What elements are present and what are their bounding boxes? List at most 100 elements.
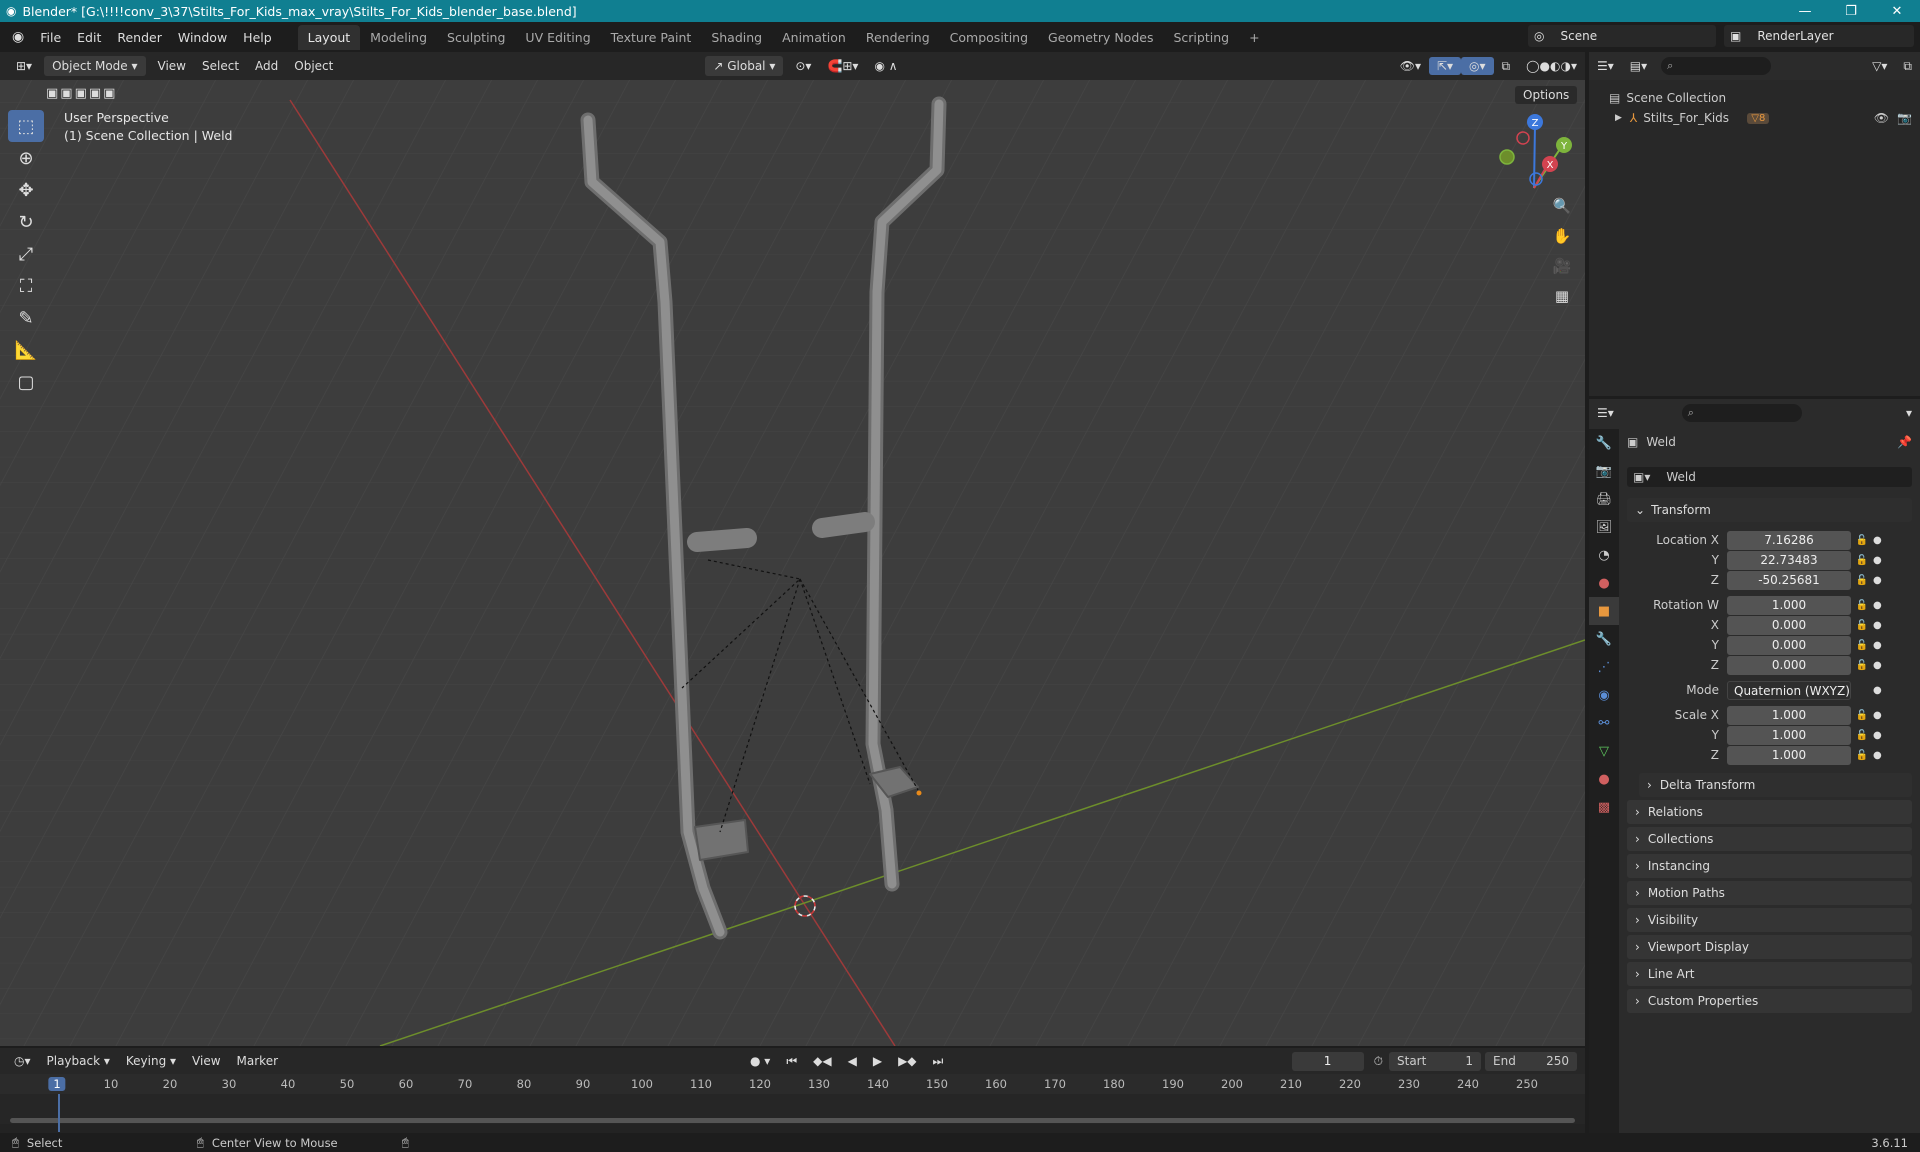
tab-animation[interactable]: Animation xyxy=(772,25,856,50)
instancing-panel[interactable]: › Instancing xyxy=(1627,854,1912,878)
lock-icon[interactable]: 🔓 xyxy=(1851,600,1873,611)
pivot-icon[interactable]: ⊙▾ xyxy=(787,57,819,75)
keyframe-dot-icon[interactable]: ● xyxy=(1873,600,1882,611)
rotation-x-field[interactable]: 0.000 xyxy=(1727,615,1851,635)
tool-tab-icon[interactable]: 🔧 xyxy=(1589,429,1619,457)
outliner-row-stilts[interactable]: ▶ ⅄ Stilts_For_Kids ▽8 👁 📷 xyxy=(1589,108,1920,128)
keyframe-dot-icon[interactable]: ● xyxy=(1873,730,1882,741)
perspective-grid-icon[interactable]: ▦ xyxy=(1548,282,1576,310)
render-tab-icon[interactable]: 📷 xyxy=(1589,457,1619,485)
menu-help[interactable]: Help xyxy=(235,30,280,45)
prev-keyframe-icon[interactable]: ◆◀ xyxy=(805,1052,839,1070)
properties-editor-icon[interactable]: ☰▾ xyxy=(1589,404,1622,422)
minimize-icon[interactable]: — xyxy=(1782,4,1828,19)
viewport-display-panel[interactable]: › Viewport Display xyxy=(1627,935,1912,959)
delta-transform-subpanel[interactable]: › Delta Transform xyxy=(1639,773,1912,797)
transform-tool-icon[interactable]: ⛶ xyxy=(8,270,44,302)
tab-shading[interactable]: Shading xyxy=(701,25,772,50)
tab-layout[interactable]: Layout xyxy=(297,24,361,50)
tab-sculpting[interactable]: Sculpting xyxy=(437,25,515,50)
constraints-tab-icon[interactable]: ⚯ xyxy=(1589,709,1619,737)
frame-ruler[interactable]: 1 10 20 30 40 50 60 70 80 90 100 110 120 130 140 150 160… xyxy=(0,1074,1585,1094)
keyframe-dot-icon[interactable]: ● xyxy=(1873,575,1882,586)
orientation-dropdown[interactable]: ↗ Global ▾ xyxy=(705,56,784,76)
tab-rendering[interactable]: Rendering xyxy=(856,25,940,50)
texture-tab-icon[interactable]: ▩ xyxy=(1589,793,1619,821)
view-layer-tab-icon[interactable]: 🖼 xyxy=(1589,513,1619,541)
tab-texture-paint[interactable]: Texture Paint xyxy=(601,25,702,50)
viewport-menu-add[interactable]: Add xyxy=(247,57,286,75)
keyframe-dot-icon[interactable]: ● xyxy=(1873,620,1882,631)
end-frame-field[interactable]: End 250 xyxy=(1485,1051,1577,1071)
object-datablock-field[interactable]: ▣▾ Weld xyxy=(1627,467,1912,487)
keyframe-dot-icon[interactable]: ● xyxy=(1873,640,1882,651)
lock-icon[interactable]: 🔓 xyxy=(1851,710,1873,721)
physics-tab-icon[interactable]: ◉ xyxy=(1589,681,1619,709)
lock-icon[interactable]: 🔓 xyxy=(1851,730,1873,741)
line-art-panel[interactable]: › Line Art xyxy=(1627,962,1912,986)
scene-selector[interactable]: ◎ Scene xyxy=(1528,25,1716,47)
collections-panel[interactable]: › Collections xyxy=(1627,827,1912,851)
proportional-edit-icon[interactable]: ◉ ∧ xyxy=(866,57,905,75)
tab-compositing[interactable]: Compositing xyxy=(940,25,1038,50)
maximize-icon[interactable]: ❐ xyxy=(1828,4,1874,19)
timeline-track[interactable] xyxy=(0,1094,1585,1124)
camera-view-icon[interactable]: 🎥 xyxy=(1548,252,1576,280)
pan-hand-icon[interactable]: ✋ xyxy=(1548,222,1576,250)
viewport-menu-object[interactable]: Object xyxy=(286,57,341,75)
jump-start-icon[interactable]: ⏮ xyxy=(778,1052,805,1071)
lock-icon[interactable]: 🔓 xyxy=(1851,640,1873,651)
select-mode-buttons[interactable]: ▣▣▣▣▣ xyxy=(46,86,117,101)
tab-uv-editing[interactable]: UV Editing xyxy=(515,25,600,50)
add-workspace-icon[interactable]: + xyxy=(1239,25,1269,50)
scene-tab-icon[interactable]: ◔ xyxy=(1589,541,1619,569)
render-camera-icon[interactable]: 📷 xyxy=(1897,111,1912,125)
close-icon[interactable]: ✕ xyxy=(1874,4,1920,19)
timeline-view-menu[interactable]: View xyxy=(184,1052,228,1070)
location-z-field[interactable]: -50.25681 xyxy=(1727,570,1851,590)
scale-y-field[interactable]: 1.000 xyxy=(1727,725,1851,745)
play-reverse-icon[interactable]: ◀ xyxy=(840,1052,865,1070)
gizmo-toggle-icon[interactable]: ⇱▾ xyxy=(1428,57,1462,75)
location-y-field[interactable]: 22.73483 xyxy=(1727,550,1851,570)
pin-icon[interactable]: 📌 xyxy=(1897,435,1912,449)
menu-edit[interactable]: Edit xyxy=(69,30,109,45)
scale-x-field[interactable]: 1.000 xyxy=(1727,705,1851,725)
particles-tab-icon[interactable]: ⋰ xyxy=(1589,653,1619,681)
annotate-tool-icon[interactable]: ✎ xyxy=(8,302,44,334)
lock-icon[interactable]: 🔓 xyxy=(1851,750,1873,761)
measure-tool-icon[interactable]: 📐 xyxy=(8,334,44,366)
snap-icon[interactable]: 🧲⊞▾ xyxy=(819,57,866,75)
record-icon[interactable]: ● ▾ xyxy=(742,1052,778,1070)
keyframe-dot-icon[interactable]: ● xyxy=(1873,710,1882,721)
lock-icon[interactable]: 🔓 xyxy=(1851,535,1873,546)
scale-z-field[interactable]: 1.000 xyxy=(1727,745,1851,765)
3d-viewport[interactable]: Z Y X ⊞▾ Object Mode ▾ View Select Add O… xyxy=(0,52,1585,1046)
add-cube-tool-icon[interactable]: ▢ xyxy=(8,366,44,398)
data-tab-icon[interactable]: ▽ xyxy=(1589,737,1619,765)
filter-icon[interactable]: ▽▾ xyxy=(1864,57,1895,75)
rotation-w-field[interactable]: 1.000 xyxy=(1727,595,1851,615)
view-layer-selector[interactable]: ▣ RenderLayer xyxy=(1724,25,1914,47)
object-tab-icon[interactable]: ■ xyxy=(1589,597,1619,625)
cursor-tool-icon[interactable]: ⊕ xyxy=(8,142,44,174)
outliner-search-field[interactable]: ⌕ xyxy=(1661,57,1772,75)
menu-file[interactable]: File xyxy=(32,30,69,45)
display-mode-icon[interactable]: ▤▾ xyxy=(1622,57,1655,75)
current-frame-field[interactable]: 1 xyxy=(1291,1051,1364,1071)
zoom-icon[interactable]: 🔍 xyxy=(1548,192,1576,220)
shading-modes-icon[interactable]: ◯●◐◑▾ xyxy=(1518,57,1585,75)
keyframe-dot-icon[interactable]: ● xyxy=(1873,555,1882,566)
timeline-editor-icon[interactable]: ◷▾ xyxy=(6,1052,39,1070)
scale-tool-icon[interactable]: ⤢ xyxy=(8,238,44,270)
relations-panel[interactable]: › Relations xyxy=(1627,800,1912,824)
frame-range-scrollbar[interactable] xyxy=(10,1118,1575,1123)
menu-render[interactable]: Render xyxy=(109,30,170,45)
output-tab-icon[interactable]: 🖨 xyxy=(1589,485,1619,513)
properties-search-field[interactable]: ⌕ xyxy=(1681,404,1802,422)
viewport-scene[interactable]: Z Y X xyxy=(0,52,1585,1046)
new-collection-icon[interactable]: ⧉ xyxy=(1895,57,1920,76)
eye-visibility-icon[interactable]: 👁 xyxy=(1874,111,1889,125)
keyframe-dot-icon[interactable]: ● xyxy=(1873,750,1882,761)
playhead-line[interactable] xyxy=(58,1094,60,1132)
